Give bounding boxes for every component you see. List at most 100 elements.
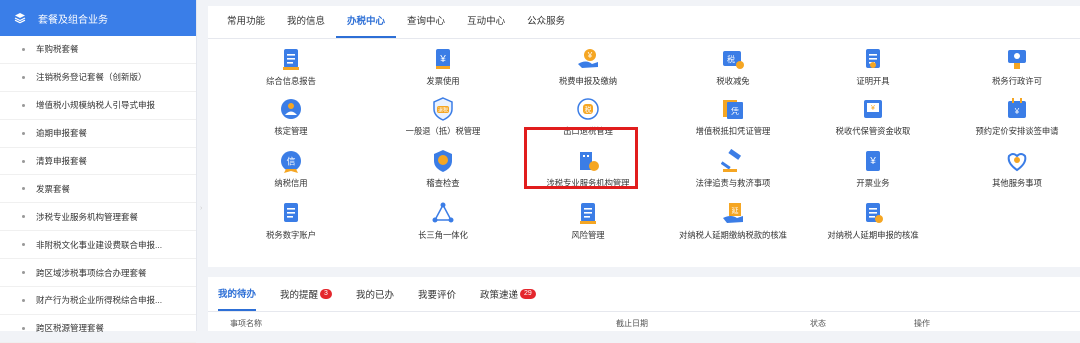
service-item[interactable]: ¥ 税收代保管资金收取 — [801, 97, 945, 137]
bullet-icon — [22, 243, 25, 247]
service-item[interactable]: 综合信息报告 — [219, 47, 363, 87]
deferred-payment-icon: 延 — [721, 201, 745, 225]
sidebar-item-label: 发票套餐 — [36, 183, 71, 194]
column-header-deadline: 截止日期 — [616, 319, 648, 328]
service-item[interactable]: 核定管理 — [219, 97, 363, 137]
service-label: 税费申报及缴纳 — [558, 76, 618, 86]
svg-text:¥: ¥ — [587, 51, 593, 60]
sidebar-item[interactable]: 财产行为税企业所得税综合申报... — [0, 287, 196, 315]
billing-icon: ¥ — [861, 149, 885, 173]
collapse-handle[interactable]: › — [200, 205, 202, 212]
highlight-box — [524, 127, 638, 189]
count-badge: 3 — [320, 289, 332, 299]
bottom-tab-label: 我的提醒 — [280, 290, 319, 301]
service-item[interactable]: 延对纳税人延期缴纳税款的核准 — [661, 201, 805, 241]
service-item[interactable]: 信纳税信用 — [219, 149, 363, 189]
service-item[interactable]: ¥ 预约定价安排谈签申请 — [945, 97, 1080, 137]
sidebar-item[interactable]: 逾期申报套餐 — [0, 120, 196, 148]
service-label: 对纳税人延期缴纳税款的核准 — [679, 230, 787, 240]
service-item[interactable]: 税税收减免 — [661, 47, 805, 87]
bottom-tabs: 我的待办 我的提醒 3 我的已办 我要评价 政策速递 29 — [208, 277, 1080, 312]
sidebar-item[interactable]: 注销税务登记套餐（创新版） — [0, 64, 196, 92]
service-item[interactable]: 凭增值税抵扣凭证管理 — [661, 97, 805, 137]
tab-3[interactable]: 查询中心 — [396, 6, 456, 38]
tab-1[interactable]: 我的信息 — [276, 6, 336, 38]
layers-icon — [14, 12, 26, 24]
sidebar-item[interactable]: 车购税套餐 — [0, 36, 196, 64]
certificate-icon — [861, 47, 885, 71]
sidebar-item-label: 车购税套餐 — [36, 44, 79, 55]
service-label: 核定管理 — [274, 126, 308, 136]
svg-text:¥: ¥ — [1014, 107, 1020, 116]
sidebar-header[interactable]: 套餐及组合业务 — [0, 0, 196, 36]
service-label: 发票使用 — [426, 76, 460, 86]
service-label: 增值税抵扣凭证管理 — [695, 126, 771, 136]
tab-0[interactable]: 常用功能 — [216, 6, 276, 38]
tax-credit-icon: 信 — [279, 149, 303, 173]
bottom-tab-label: 我要评价 — [417, 290, 456, 301]
service-label: 税务数字账户 — [266, 230, 316, 240]
tab-5[interactable]: 公众服务 — [516, 6, 576, 38]
bottom-tab[interactable]: 我的提醒 3 — [280, 277, 332, 311]
bullet-icon — [22, 75, 25, 79]
pricing-arrangement-icon: ¥ — [1005, 97, 1029, 121]
service-item[interactable]: ¥ 开票业务 — [801, 149, 945, 189]
service-item[interactable]: 证明开具 — [801, 47, 945, 87]
service-label: 一般退（抵）税管理 — [405, 126, 481, 136]
service-label: 风险管理 — [571, 230, 605, 240]
bottom-tab[interactable]: 我要评价 — [418, 277, 456, 311]
sidebar-item[interactable]: 清算申报套餐 — [0, 148, 196, 176]
sidebar-item[interactable]: 涉税专业服务机构管理套餐 — [0, 203, 196, 232]
service-item[interactable]: 风险管理 — [516, 201, 660, 241]
invoice-icon: ¥ — [431, 47, 455, 71]
bullet-icon — [22, 187, 25, 191]
service-label: 税收减免 — [716, 76, 750, 86]
bottom-tab-label: 政策速递 — [479, 290, 518, 301]
sidebar-item-label: 跨区域涉税事项综合办理套餐 — [36, 267, 147, 278]
yangtze-delta-icon — [431, 201, 455, 225]
table-header: 事项名称 截止日期 状态 操作 — [208, 312, 1080, 332]
service-item[interactable]: 法律追责与救济事项 — [661, 148, 805, 189]
svg-text:信: 信 — [286, 156, 295, 168]
count-badge: 29 — [519, 289, 536, 299]
bullet-icon — [22, 298, 25, 302]
service-item[interactable]: 退税 一般退（抵）税管理 — [371, 97, 515, 137]
service-item[interactable]: 长三角一体化 — [371, 201, 515, 241]
service-item[interactable]: 税务数字账户 — [219, 201, 363, 241]
service-label: 开票业务 — [856, 178, 890, 188]
tax-relief-icon: 税 — [721, 47, 745, 71]
sidebar-item[interactable]: 非附税文化事业建设费联合申报... — [0, 231, 196, 260]
service-item[interactable]: ¥ 税费申报及缴纳 — [516, 47, 660, 87]
sidebar-item-label: 增值税小规模纳税人引导式申报 — [36, 100, 156, 111]
service-item[interactable]: ¥ 发票使用 — [371, 47, 515, 87]
sidebar-item[interactable]: 增值税小规模纳税人引导式申报 — [0, 92, 196, 120]
sidebar-item[interactable]: 发票套餐 — [0, 175, 196, 204]
service-label: 对纳税人延期申报的核准 — [827, 230, 919, 240]
sidebar-item-label: 跨区税源管理套餐 — [36, 323, 105, 334]
service-item[interactable]: 对纳税人延期申报的核准 — [801, 201, 945, 241]
column-header-status: 状态 — [810, 319, 826, 328]
bottom-tab[interactable]: 政策速递 29 — [480, 277, 536, 311]
sidebar-item[interactable]: 跨区税源管理套餐 — [0, 315, 196, 343]
sidebar-item-label: 清算申报套餐 — [36, 156, 88, 166]
top-tabs: 常用功能 我的信息 办税中心 查询中心 互动中心 公众服务 — [208, 6, 1080, 39]
bottom-tab[interactable]: 我的待办 — [218, 277, 257, 311]
tab-4[interactable]: 互动中心 — [456, 6, 516, 38]
sidebar-item-label: 注销税务登记套餐（创新版） — [36, 72, 147, 83]
risk-icon — [576, 201, 600, 225]
svg-text:税: 税 — [727, 54, 735, 64]
service-label: 税收代保管资金收取 — [835, 126, 911, 136]
bottom-tab-label: 我的已办 — [355, 290, 394, 301]
todo-panel: 我的待办 我的提醒 3 我的已办 我要评价 政策速递 29 事项名称 截止日期 状态 操作 — [208, 277, 1080, 331]
bullet-icon — [22, 271, 25, 275]
tab-2[interactable]: 办税中心 — [336, 6, 397, 38]
service-label: 法律追责与救济事项 — [695, 178, 771, 188]
svg-text:税: 税 — [585, 105, 592, 114]
admin-permit-icon — [1005, 47, 1029, 71]
sidebar-item[interactable]: 跨区域涉税事项综合办理套餐 — [0, 259, 196, 288]
service-item[interactable]: 其他服务事项 — [945, 149, 1080, 189]
bottom-tab[interactable]: 我的已办 — [356, 277, 394, 311]
service-item[interactable]: 稽查检查 — [371, 149, 515, 189]
service-item[interactable]: 税务行政许可 — [945, 47, 1080, 87]
tax-payment-icon: ¥ — [576, 47, 600, 71]
